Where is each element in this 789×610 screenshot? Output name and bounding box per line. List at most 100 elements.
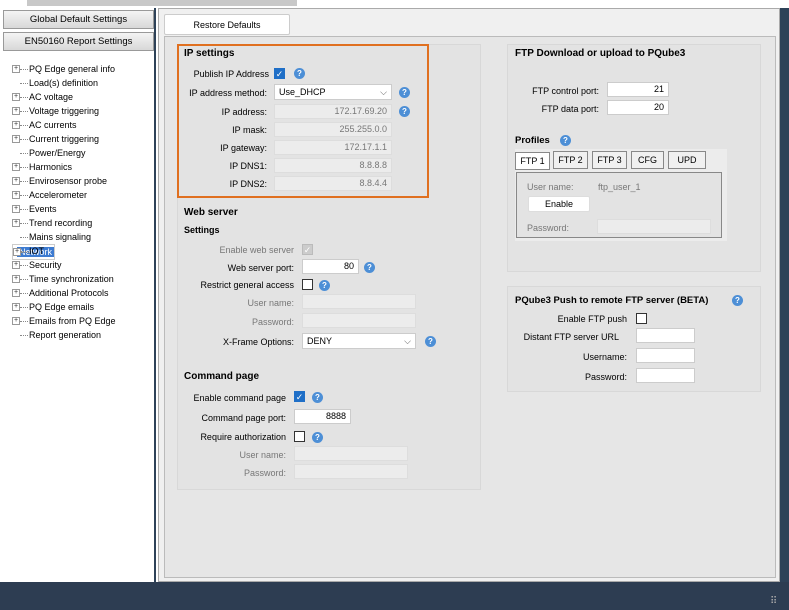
- web-port-label: Web server port:: [227, 263, 294, 273]
- restore-defaults-button[interactable]: Restore Defaults: [164, 14, 290, 35]
- expand-icon[interactable]: +: [12, 261, 20, 269]
- tree-item[interactable]: + Harmonics: [12, 160, 116, 174]
- tree-item[interactable]: + Trend recording: [12, 216, 116, 230]
- expand-icon[interactable]: +: [12, 93, 20, 101]
- tab-ftp-3[interactable]: FTP 3: [592, 151, 627, 169]
- en50160-report-settings-button[interactable]: EN50160 Report Settings: [3, 32, 154, 51]
- publish-ip-label: Publish IP Address: [193, 69, 269, 79]
- tree-item[interactable]: + Emails from PQ Edge: [12, 314, 116, 328]
- help-icon[interactable]: ?: [399, 106, 410, 117]
- tab-cfg[interactable]: CFG: [631, 151, 664, 169]
- web-pass-field[interactable]: [302, 313, 416, 328]
- tree-line: [20, 279, 28, 280]
- web-user-field[interactable]: [302, 294, 416, 309]
- command-user-field[interactable]: [294, 446, 408, 461]
- expand-icon[interactable]: +: [12, 121, 20, 129]
- tree-item-label: Current triggering: [29, 134, 100, 144]
- push-user-field[interactable]: [636, 348, 695, 363]
- tab-ftp-1[interactable]: FTP 1: [515, 152, 550, 170]
- command-pass-field[interactable]: [294, 464, 408, 479]
- top-strip: [27, 0, 297, 6]
- push-pass-field[interactable]: [636, 368, 695, 383]
- tree-item-label: PQ Edge emails: [29, 302, 95, 312]
- expand-icon[interactable]: +: [12, 275, 20, 283]
- tree-item[interactable]: + Time synchronization: [12, 272, 116, 286]
- help-icon[interactable]: ?: [425, 336, 436, 347]
- tree-item[interactable]: + PQ Edge general info: [12, 62, 116, 76]
- tree-line: [20, 111, 28, 112]
- tree-item[interactable]: + Accelerometer: [12, 188, 116, 202]
- tree-item[interactable]: + AC voltage: [12, 90, 116, 104]
- tab-upd[interactable]: UPD: [668, 151, 706, 169]
- xframe-select[interactable]: DENY ⌵: [302, 333, 416, 349]
- expand-icon[interactable]: +: [12, 191, 20, 199]
- tree-item[interactable]: + Envirosensor probe: [12, 174, 116, 188]
- tree-item-label: Voltage triggering: [29, 106, 100, 116]
- web-pass-label: Password:: [251, 317, 294, 327]
- tree-item[interactable]: + AC currents: [12, 118, 116, 132]
- expand-icon[interactable]: +: [12, 177, 20, 185]
- tree-item[interactable]: + Current triggering: [12, 132, 116, 146]
- help-icon[interactable]: ?: [312, 432, 323, 443]
- ip-gateway-field[interactable]: 172.17.1.1: [274, 140, 392, 155]
- resize-grip-icon[interactable]: ⠿: [770, 596, 777, 607]
- help-icon[interactable]: ?: [560, 135, 571, 146]
- ip-address-field[interactable]: 172.17.69.20: [274, 104, 392, 119]
- tree-item-label: AC voltage: [29, 92, 74, 102]
- web-port-field[interactable]: 80: [302, 259, 359, 274]
- expand-icon[interactable]: +: [12, 205, 20, 213]
- ip-dns2-field[interactable]: 8.8.4.4: [274, 176, 392, 191]
- help-icon[interactable]: ?: [294, 68, 305, 79]
- ip-gateway-label: IP gateway:: [220, 143, 267, 153]
- enable-command-label: Enable command page: [193, 393, 286, 403]
- tree-item[interactable]: Power/Energy: [12, 146, 116, 160]
- help-icon[interactable]: ?: [312, 392, 323, 403]
- web-user-label: User name:: [247, 298, 294, 308]
- expand-icon[interactable]: +: [12, 135, 20, 143]
- require-auth-checkbox[interactable]: [294, 431, 305, 442]
- help-icon[interactable]: ?: [319, 280, 330, 291]
- command-port-field[interactable]: 8888: [294, 409, 351, 424]
- help-icon[interactable]: ?: [399, 87, 410, 98]
- expand-icon[interactable]: +: [12, 219, 20, 227]
- ftp-pass-field[interactable]: [597, 219, 711, 234]
- expand-icon[interactable]: +: [12, 303, 20, 311]
- tree-item-label: Trend recording: [29, 218, 93, 228]
- enable-web-checkbox: ✓: [302, 244, 313, 255]
- tree-item[interactable]: Mains signaling: [12, 230, 116, 244]
- global-default-settings-button[interactable]: Global Default Settings: [3, 10, 154, 29]
- tree-item[interactable]: IOT: [12, 244, 116, 258]
- expand-icon[interactable]: +: [12, 65, 20, 73]
- tree-item-label: Load(s) definition: [29, 78, 99, 88]
- tab-ftp-2[interactable]: FTP 2: [553, 151, 588, 169]
- tree-item[interactable]: + Security: [12, 258, 116, 272]
- enable-command-checkbox[interactable]: ✓: [294, 391, 305, 402]
- tree-item[interactable]: + Additional Protocols: [12, 286, 116, 300]
- expand-icon[interactable]: +: [12, 317, 20, 325]
- ftp-url-field[interactable]: [636, 328, 695, 343]
- tree-line: [20, 69, 28, 70]
- publish-ip-checkbox[interactable]: ✓: [274, 68, 285, 79]
- ftp-control-port-field[interactable]: 21: [607, 82, 669, 97]
- tree-item[interactable]: + PQ Edge emails: [12, 300, 116, 314]
- enable-profile-button[interactable]: Enable: [528, 196, 590, 212]
- enable-ftp-push-checkbox[interactable]: [636, 313, 647, 324]
- ip-dns1-label: IP DNS1:: [229, 161, 267, 171]
- tree-item[interactable]: Report generation: [12, 328, 116, 342]
- help-icon[interactable]: ?: [364, 262, 375, 273]
- ftp-data-port-label: FTP data port:: [541, 104, 599, 114]
- expand-icon[interactable]: +: [12, 107, 20, 115]
- ftp-data-port-field[interactable]: 20: [607, 100, 669, 115]
- tree-line: [20, 223, 28, 224]
- ip-dns1-field[interactable]: 8.8.8.8: [274, 158, 392, 173]
- tree-line: [20, 237, 28, 238]
- expand-icon[interactable]: +: [12, 163, 20, 171]
- expand-icon[interactable]: +: [12, 289, 20, 297]
- ip-method-select[interactable]: Use_DHCP ⌵: [274, 84, 392, 100]
- ip-mask-field[interactable]: 255.255.0.0: [274, 122, 392, 137]
- help-icon[interactable]: ?: [732, 295, 743, 306]
- restrict-access-checkbox[interactable]: [302, 279, 313, 290]
- tree-item[interactable]: Load(s) definition: [12, 76, 116, 90]
- tree-item[interactable]: + Events: [12, 202, 116, 216]
- tree-item[interactable]: + Voltage triggering: [12, 104, 116, 118]
